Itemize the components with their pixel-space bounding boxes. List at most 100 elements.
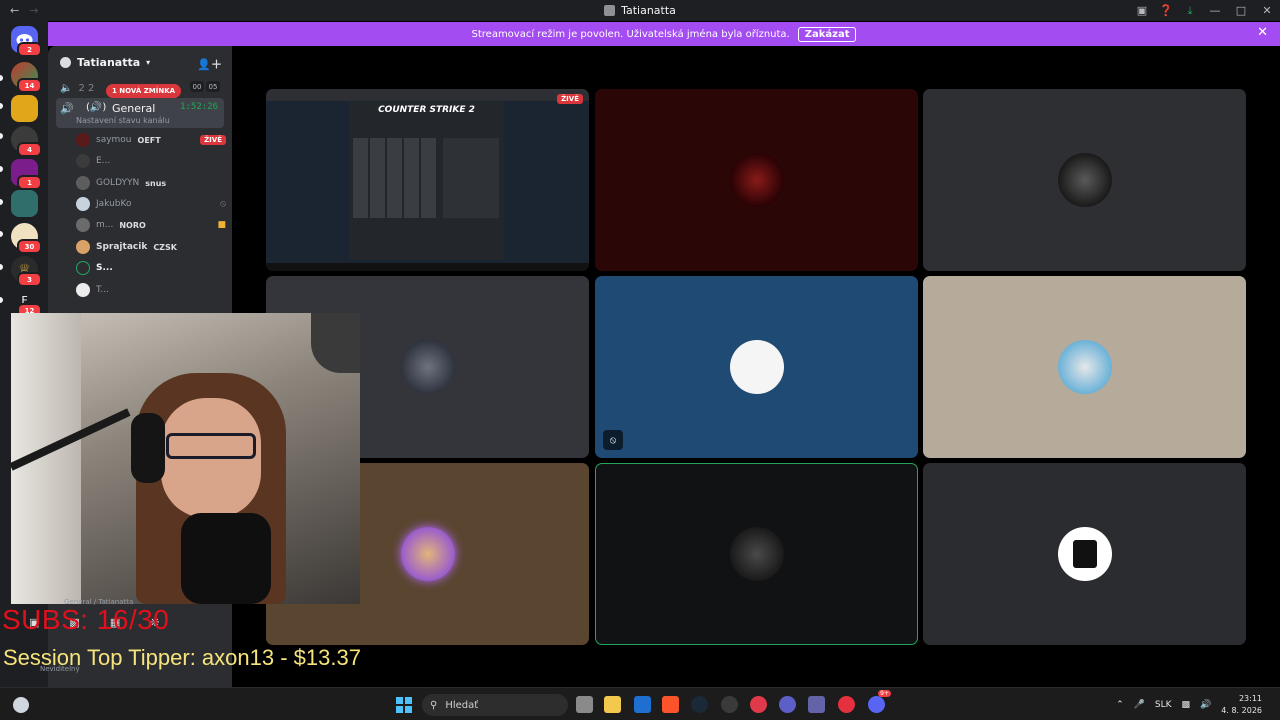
webcam-glasses [166, 433, 256, 459]
clan-tag: NORO [119, 220, 146, 230]
inbox-icon[interactable]: ▣ [1130, 0, 1154, 21]
clock[interactable]: 23:11 4. 8. 2026 [1221, 693, 1262, 717]
muted-icon: ⦸ [603, 430, 623, 450]
server-icon[interactable]: 1 [11, 159, 42, 190]
server-icon[interactable] [11, 190, 38, 217]
server-icon[interactable]: ♕ 3 [11, 256, 42, 287]
discord-taskbar-icon[interactable]: 9+ [868, 690, 891, 713]
voice-channel-general[interactable]: 🔊 (🔊) General 1:52:26 Nastavení stavu ka… [56, 98, 224, 128]
minimize-icon[interactable]: — [1202, 0, 1228, 21]
microphone-icon[interactable]: 🎤 [1134, 700, 1145, 710]
unread-pill [0, 133, 3, 139]
webcam-lamp [311, 313, 360, 373]
server-icon[interactable]: 30 [11, 223, 42, 254]
app-icon[interactable] [779, 696, 796, 713]
user-tile[interactable]: ⦸ [595, 276, 918, 458]
stream-taskbar [266, 263, 589, 271]
user-name: E... [96, 156, 111, 166]
stream-game-window: COUNTER STRIKE 2 [349, 102, 504, 260]
avatar [76, 197, 90, 211]
user-name: JakubKo [96, 199, 132, 209]
live-badge: ŽIVĚ [200, 135, 226, 145]
user-tile-speaking[interactable] [595, 463, 918, 645]
chevron-up-icon[interactable]: ⌃ [1116, 700, 1124, 710]
voice-user[interactable]: JakubKo ⦸ [76, 194, 226, 214]
channel-status[interactable]: Nastavení stavu kanálu [76, 116, 170, 125]
taskbar-search[interactable]: ⚲ Hledať [422, 694, 568, 716]
webcam-headset [131, 413, 165, 483]
notification-badge: 2 [17, 42, 42, 57]
clan-tag: OEFT [137, 135, 161, 145]
window-title: Tatianatta [0, 0, 1280, 21]
unread-pill [0, 103, 3, 109]
user-tile[interactable] [923, 89, 1246, 271]
title-bar: ← → Tatianatta ▣ ❓ ⤓ — □ ✕ [0, 0, 1280, 21]
voice-user[interactable]: Sprajtacik CZSK [76, 237, 226, 257]
back-arrow-icon[interactable]: ← [10, 4, 19, 17]
media-player-icon[interactable] [838, 696, 855, 713]
disable-streamer-mode-button[interactable]: Zakázat [797, 26, 857, 42]
streamer-mode-banner: Streamovací režim je povolen. Uživatelsk… [48, 22, 1280, 46]
avatar [1057, 527, 1112, 581]
maximize-icon[interactable]: □ [1228, 0, 1254, 21]
close-icon[interactable]: ✕ [1254, 0, 1280, 21]
item-panel [443, 138, 499, 218]
speaker-icon: 🔈 [60, 82, 73, 94]
avatar [729, 153, 784, 207]
network-icon[interactable]: ▩ [1182, 700, 1191, 710]
clan-tag: CZSK [153, 242, 177, 252]
avatar [76, 133, 90, 147]
file-explorer-icon[interactable] [604, 696, 621, 713]
stream-tile[interactable]: COUNTER STRIKE 2 ŽIVĚ [266, 89, 589, 271]
avatar [76, 283, 90, 297]
forward-arrow-icon[interactable]: → [29, 4, 38, 17]
close-icon[interactable]: ✕ [1257, 25, 1268, 40]
windows-start-icon[interactable] [396, 697, 412, 713]
task-view-icon[interactable] [576, 696, 593, 713]
download-icon[interactable]: ⤓ [1178, 0, 1202, 21]
system-tray: ⌃ 🎤 SLK ▩ 🔊 23:11 4. 8. 2026 [1116, 688, 1280, 720]
window-controls: ▣ ❓ ⤓ — □ ✕ [1130, 0, 1280, 21]
invite-people-icon[interactable]: 👤＋ [197, 56, 222, 72]
unread-pill [0, 231, 3, 237]
guild-header[interactable]: Tatianatta ▾ 👤＋ [48, 46, 232, 78]
discord-home-icon[interactable]: 2 [11, 26, 42, 57]
media-player-icon[interactable] [750, 696, 767, 713]
server-icon[interactable]: F 12 [11, 287, 42, 318]
voice-user[interactable]: E... [76, 151, 226, 171]
new-mention-pill[interactable]: 1 NOVÁ ZMÍNKA [106, 84, 182, 98]
avatar [400, 527, 455, 581]
outlook-icon[interactable] [634, 696, 651, 713]
brave-browser-icon[interactable] [662, 696, 679, 713]
server-icon[interactable]: 4 [11, 126, 42, 157]
voice-grid: COUNTER STRIKE 2 ŽIVĚ ⦸ [232, 46, 1280, 687]
voice-user[interactable]: saymou OEFT ŽIVĚ [76, 130, 226, 150]
app-icon[interactable] [721, 696, 738, 713]
avatar-image [1072, 540, 1097, 568]
widgets-icon[interactable] [13, 697, 29, 713]
voice-user[interactable]: S... [76, 258, 226, 278]
server-icon[interactable] [11, 95, 38, 122]
banner-text: Streamovací režim je povolen. Uživatelsk… [471, 28, 790, 40]
user-tile[interactable] [923, 276, 1246, 458]
volume-icon[interactable]: 🔊 [1200, 700, 1211, 710]
user-name: T... [96, 285, 110, 295]
notification-badge: 30 [17, 239, 42, 254]
user-tile[interactable] [923, 463, 1246, 645]
avatar [1057, 340, 1112, 394]
unread-pill [0, 166, 3, 172]
voice-user[interactable]: m... NORO ■ [76, 215, 226, 235]
avatar [1057, 153, 1112, 207]
language-indicator[interactable]: SLK [1155, 700, 1172, 710]
voice-user[interactable]: GOLDYYN snus [76, 173, 226, 193]
top-tipper-overlay: Session Top Tipper: axon13 - $13.37 [3, 645, 361, 670]
avatar [729, 340, 784, 394]
avatar [729, 527, 784, 581]
voice-user[interactable]: T... [76, 280, 226, 300]
deafened-icon: ⦸ [220, 199, 226, 209]
teams-icon[interactable] [808, 696, 825, 713]
server-icon[interactable]: 14 [11, 62, 42, 93]
help-icon[interactable]: ❓ [1154, 0, 1178, 21]
user-tile[interactable] [595, 89, 918, 271]
steam-icon[interactable] [691, 696, 708, 713]
